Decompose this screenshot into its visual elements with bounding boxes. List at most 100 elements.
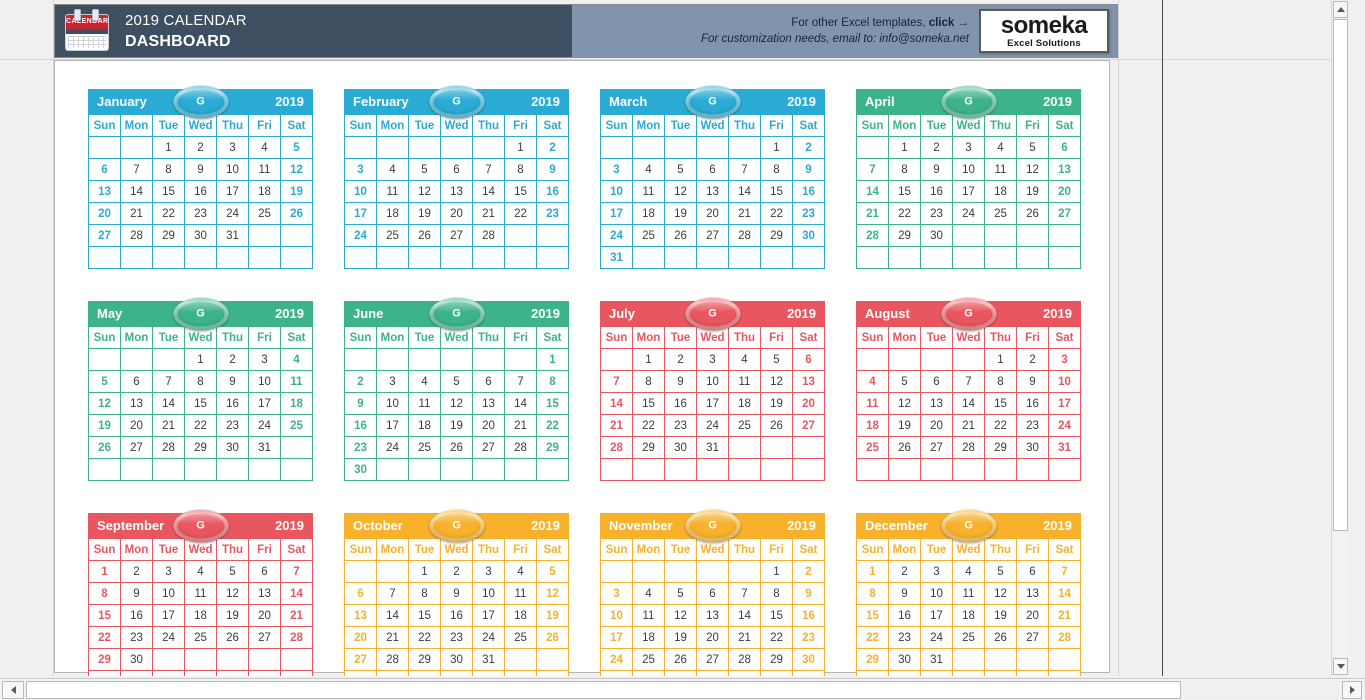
day-cell[interactable]: 29 bbox=[408, 648, 441, 671]
day-cell[interactable]: 11 bbox=[184, 582, 217, 605]
day-cell[interactable]: 13 bbox=[1016, 582, 1049, 605]
day-cell-empty[interactable] bbox=[1016, 648, 1049, 671]
day-cell-empty[interactable] bbox=[152, 246, 185, 269]
day-cell-empty[interactable] bbox=[440, 136, 473, 159]
worksheet-canvas[interactable]: CALENDAR 2019 CALENDAR DASHBOARD For oth… bbox=[0, 0, 1348, 676]
day-cell[interactable]: 17 bbox=[216, 180, 249, 203]
day-cell[interactable]: 26 bbox=[760, 414, 793, 437]
day-cell-empty[interactable] bbox=[408, 246, 441, 269]
day-cell[interactable]: 26 bbox=[664, 648, 697, 671]
day-cell-empty[interactable] bbox=[504, 648, 537, 671]
day-cell[interactable]: 4 bbox=[632, 582, 665, 605]
day-cell[interactable]: 28 bbox=[856, 224, 889, 247]
day-cell-empty[interactable] bbox=[152, 670, 185, 676]
month-goto-badge[interactable]: G bbox=[429, 509, 484, 542]
day-cell[interactable]: 16 bbox=[536, 180, 569, 203]
day-cell[interactable]: 3 bbox=[248, 348, 281, 371]
month-goto-badge[interactable]: G bbox=[173, 509, 228, 542]
day-cell[interactable]: 7 bbox=[856, 158, 889, 181]
day-cell[interactable]: 22 bbox=[88, 626, 121, 649]
day-cell[interactable]: 20 bbox=[440, 202, 473, 225]
day-cell-empty[interactable] bbox=[792, 458, 825, 481]
day-cell-empty[interactable] bbox=[792, 246, 825, 269]
day-cell[interactable]: 17 bbox=[952, 180, 985, 203]
vertical-scroll-track[interactable] bbox=[1333, 533, 1347, 657]
day-cell[interactable]: 8 bbox=[152, 158, 185, 181]
day-cell-empty[interactable] bbox=[920, 246, 953, 269]
day-cell[interactable]: 3 bbox=[152, 560, 185, 583]
day-cell[interactable]: 15 bbox=[760, 180, 793, 203]
day-cell[interactable]: 23 bbox=[216, 414, 249, 437]
day-cell[interactable]: 15 bbox=[632, 392, 665, 415]
day-cell[interactable]: 15 bbox=[504, 180, 537, 203]
day-cell[interactable]: 23 bbox=[792, 626, 825, 649]
day-cell-empty[interactable] bbox=[664, 560, 697, 583]
day-cell[interactable]: 22 bbox=[504, 202, 537, 225]
day-cell-empty[interactable] bbox=[664, 458, 697, 481]
day-cell[interactable]: 24 bbox=[152, 626, 185, 649]
day-cell[interactable]: 11 bbox=[632, 604, 665, 627]
month-goto-badge[interactable]: G bbox=[685, 297, 740, 330]
day-cell-empty[interactable] bbox=[536, 246, 569, 269]
day-cell[interactable]: 6 bbox=[88, 158, 121, 181]
day-cell[interactable]: 1 bbox=[984, 348, 1017, 371]
day-cell-empty[interactable] bbox=[952, 348, 985, 371]
day-cell-empty[interactable] bbox=[472, 670, 505, 676]
day-cell[interactable]: 25 bbox=[984, 202, 1017, 225]
day-cell-empty[interactable] bbox=[184, 458, 217, 481]
day-cell[interactable]: 12 bbox=[984, 582, 1017, 605]
day-cell-empty[interactable] bbox=[344, 560, 377, 583]
day-cell-empty[interactable] bbox=[920, 670, 953, 676]
day-cell[interactable]: 12 bbox=[1016, 158, 1049, 181]
day-cell[interactable]: 1 bbox=[88, 560, 121, 583]
day-cell[interactable]: 12 bbox=[280, 158, 313, 181]
day-cell[interactable]: 22 bbox=[888, 202, 921, 225]
day-cell[interactable]: 2 bbox=[1016, 348, 1049, 371]
promo-line-1-link[interactable]: click → bbox=[929, 17, 969, 29]
day-cell[interactable]: 17 bbox=[152, 604, 185, 627]
day-cell-empty[interactable] bbox=[280, 224, 313, 247]
day-cell[interactable]: 22 bbox=[760, 626, 793, 649]
day-cell[interactable]: 11 bbox=[408, 392, 441, 415]
day-cell[interactable]: 7 bbox=[376, 582, 409, 605]
day-cell-empty[interactable] bbox=[184, 648, 217, 671]
day-cell-empty[interactable] bbox=[632, 458, 665, 481]
day-cell[interactable]: 6 bbox=[344, 582, 377, 605]
day-cell[interactable]: 23 bbox=[120, 626, 153, 649]
day-cell[interactable]: 7 bbox=[728, 582, 761, 605]
day-cell[interactable]: 21 bbox=[376, 626, 409, 649]
day-cell-empty[interactable] bbox=[344, 348, 377, 371]
day-cell[interactable]: 18 bbox=[248, 180, 281, 203]
day-cell[interactable]: 26 bbox=[888, 436, 921, 459]
day-cell-empty[interactable] bbox=[472, 136, 505, 159]
day-cell[interactable]: 7 bbox=[152, 370, 185, 393]
day-cell[interactable]: 2 bbox=[440, 560, 473, 583]
day-cell-empty[interactable] bbox=[600, 560, 633, 583]
day-cell[interactable]: 24 bbox=[920, 626, 953, 649]
day-cell[interactable]: 13 bbox=[120, 392, 153, 415]
day-cell[interactable]: 27 bbox=[696, 224, 729, 247]
day-cell[interactable]: 11 bbox=[280, 370, 313, 393]
month-goto-badge[interactable]: G bbox=[173, 85, 228, 118]
day-cell[interactable]: 28 bbox=[472, 224, 505, 247]
day-cell[interactable]: 14 bbox=[856, 180, 889, 203]
day-cell[interactable]: 26 bbox=[408, 224, 441, 247]
day-cell-empty[interactable] bbox=[920, 348, 953, 371]
day-cell[interactable]: 23 bbox=[664, 414, 697, 437]
day-cell[interactable]: 18 bbox=[184, 604, 217, 627]
day-cell[interactable]: 21 bbox=[952, 414, 985, 437]
day-cell[interactable]: 14 bbox=[280, 582, 313, 605]
day-cell[interactable]: 8 bbox=[856, 582, 889, 605]
day-cell[interactable]: 2 bbox=[120, 560, 153, 583]
day-cell[interactable]: 25 bbox=[952, 626, 985, 649]
day-cell[interactable]: 31 bbox=[472, 648, 505, 671]
day-cell[interactable]: 27 bbox=[696, 648, 729, 671]
day-cell-empty[interactable] bbox=[760, 670, 793, 676]
day-cell[interactable]: 22 bbox=[536, 414, 569, 437]
day-cell[interactable]: 30 bbox=[120, 648, 153, 671]
day-cell[interactable]: 21 bbox=[600, 414, 633, 437]
day-cell[interactable]: 19 bbox=[760, 392, 793, 415]
day-cell-empty[interactable] bbox=[280, 670, 313, 676]
day-cell[interactable]: 20 bbox=[920, 414, 953, 437]
day-cell[interactable]: 10 bbox=[600, 180, 633, 203]
